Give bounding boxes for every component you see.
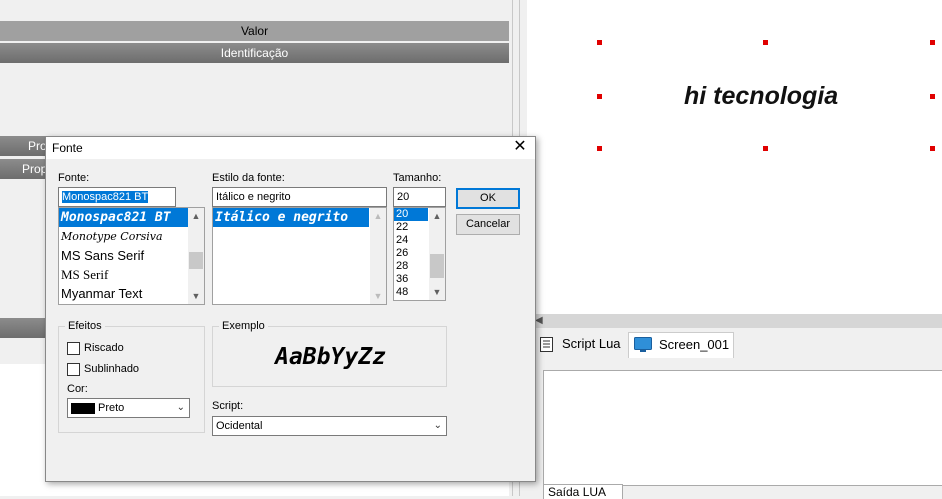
horizontal-scrollbar[interactable]: ◀: [533, 314, 942, 328]
selection-handle[interactable]: [597, 94, 602, 99]
tab-script-lua[interactable]: Script Lua: [536, 332, 626, 358]
effects-title: Efeitos: [65, 320, 105, 332]
list-item[interactable]: Monospac821 BT: [59, 208, 204, 227]
effects-group: Efeitos Riscado Sublinhado Cor: Preto ⌄: [58, 320, 205, 433]
font-dialog: Fonte ✕ Fonte: Monospac821 BT Monospac82…: [45, 136, 536, 482]
style-list-scrollbar[interactable]: ▲ ▼: [370, 208, 386, 304]
list-item[interactable]: MS Serif: [59, 265, 204, 284]
cancel-button[interactable]: Cancelar: [456, 214, 520, 235]
tab-screen-001[interactable]: Screen_001: [628, 332, 734, 358]
canvas-text-label[interactable]: hi tecnologia: [684, 82, 838, 111]
font-label: Fonte:: [58, 172, 90, 184]
script-icon: [540, 337, 553, 352]
scroll-up-icon[interactable]: ▲: [429, 208, 445, 224]
scroll-up-icon[interactable]: ▲: [370, 208, 386, 224]
selection-handle[interactable]: [763, 40, 768, 45]
font-style-list[interactable]: Itálico e negrito ▲ ▼: [212, 207, 387, 305]
tab-saida-lua[interactable]: Saída LUA: [543, 484, 623, 499]
section-header-identificacao[interactable]: Identificação: [0, 43, 509, 63]
font-size-list[interactable]: 20 22 24 26 28 36 48 ▲ ▼: [393, 207, 446, 301]
scroll-down-icon[interactable]: ▼: [370, 288, 386, 304]
scroll-left-icon[interactable]: ◀: [535, 314, 543, 328]
tab-label: Screen_001: [659, 337, 730, 352]
list-item[interactable]: Monotype Corsiva: [59, 227, 204, 246]
font-size-label: Tamanho:: [393, 172, 442, 184]
color-label: Cor:: [67, 383, 88, 395]
font-style-input[interactable]: Itálico e negrito: [212, 187, 387, 207]
sample-title: Exemplo: [219, 320, 268, 332]
list-item[interactable]: Myanmar Text: [59, 284, 204, 303]
scroll-down-icon[interactable]: ▼: [429, 284, 445, 300]
strikeout-checkbox[interactable]: [67, 342, 80, 355]
sample-group: Exemplo AaBbYyZz: [212, 320, 447, 387]
ok-button[interactable]: OK: [456, 188, 520, 209]
sample-text: AaBbYyZz: [275, 344, 386, 370]
screen-canvas[interactable]: [527, 0, 942, 314]
script-select[interactable]: Ocidental ⌄: [212, 416, 447, 436]
scroll-thumb[interactable]: [430, 254, 444, 278]
dialog-title: Fonte: [52, 141, 83, 155]
selection-handle[interactable]: [930, 40, 935, 45]
font-size-input[interactable]: 20: [393, 187, 446, 207]
selection-handle[interactable]: [930, 146, 935, 151]
tab-label: Script Lua: [562, 336, 621, 351]
script-label: Script:: [212, 400, 244, 412]
strikeout-label: Riscado: [84, 342, 124, 354]
monitor-icon: [634, 337, 652, 352]
color-select[interactable]: Preto ⌄: [67, 398, 190, 418]
column-header-valor[interactable]: Valor: [0, 21, 509, 41]
font-name-input[interactable]: Monospac821 BT: [58, 187, 176, 207]
color-swatch: [71, 403, 95, 414]
scroll-up-icon[interactable]: ▲: [188, 208, 204, 224]
font-list-scrollbar[interactable]: ▲ ▼: [188, 208, 204, 304]
chevron-down-icon: ⌄: [433, 420, 442, 431]
chevron-down-icon: ⌄: [176, 402, 185, 413]
list-item[interactable]: 20: [394, 208, 428, 221]
font-list[interactable]: Monospac821 BT Monotype Corsiva MS Sans …: [58, 207, 205, 305]
selection-handle[interactable]: [763, 146, 768, 151]
scroll-down-icon[interactable]: ▼: [188, 288, 204, 304]
selection-handle[interactable]: [597, 40, 602, 45]
list-item[interactable]: MS Sans Serif: [59, 246, 204, 265]
script-value: Ocidental: [216, 420, 263, 432]
color-value: Preto: [98, 402, 125, 414]
underline-checkbox[interactable]: [67, 363, 80, 376]
selection-handle[interactable]: [930, 94, 935, 99]
lua-output-area[interactable]: [543, 370, 942, 486]
scroll-thumb[interactable]: [189, 252, 203, 269]
size-list-scrollbar[interactable]: ▲ ▼: [429, 208, 445, 300]
underline-label: Sublinhado: [84, 363, 140, 375]
list-item[interactable]: Itálico e negrito: [213, 208, 369, 227]
selection-handle[interactable]: [597, 146, 602, 151]
dialog-titlebar[interactable]: Fonte ✕: [46, 137, 535, 159]
font-style-label: Estilo da fonte:: [212, 172, 285, 184]
close-icon[interactable]: ✕: [511, 138, 529, 156]
